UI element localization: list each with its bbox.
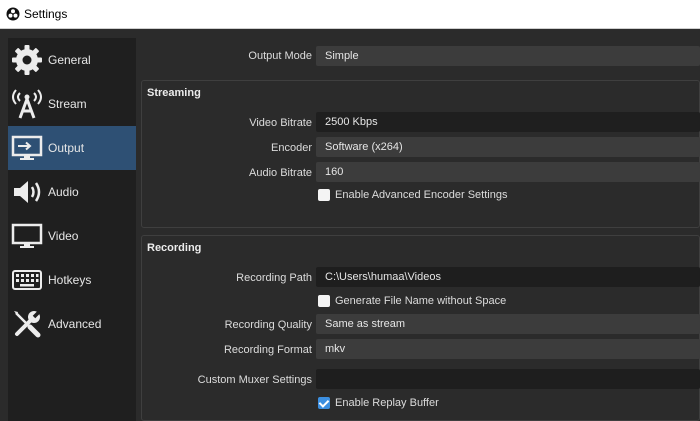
speaker-icon — [14, 181, 41, 203]
window-title: Settings — [24, 7, 68, 21]
advanced-encoder-label: Enable Advanced Encoder Settings — [335, 189, 508, 201]
checkbox-box[interactable] — [318, 295, 330, 307]
recording-path-input[interactable]: C:\Users\humaa\Videos — [316, 267, 700, 287]
video-bitrate-spinbox[interactable]: 2500 Kbps — [316, 112, 700, 132]
sidebar-item-label: Video — [48, 229, 79, 243]
custom-muxer-label: Custom Muxer Settings — [197, 374, 312, 386]
obs-logo-icon — [6, 7, 20, 21]
monitor-output-icon — [11, 135, 43, 160]
sidebar-item-output[interactable]: Output — [8, 126, 136, 170]
no-space-filename-label: Generate File Name without Space — [335, 295, 507, 307]
replay-buffer-checkbox[interactable]: Enable Replay Buffer — [318, 397, 439, 409]
audio-bitrate-label: Audio Bitrate — [249, 167, 312, 179]
output-settings-panel: Output Mode Simple Streaming Video Bitra… — [136, 38, 700, 421]
sidebar-item-label: Advanced — [48, 317, 102, 331]
audio-bitrate-select[interactable]: 160 — [316, 162, 700, 182]
recording-path-label: Recording Path — [236, 272, 312, 284]
sidebar-item-general[interactable]: General — [8, 38, 136, 82]
video-bitrate-label: Video Bitrate — [249, 117, 312, 129]
advanced-encoder-checkbox[interactable]: Enable Advanced Encoder Settings — [318, 189, 507, 201]
recording-format-select[interactable]: mkv — [316, 339, 700, 359]
checkbox-box[interactable] — [318, 189, 330, 201]
no-space-filename-checkbox[interactable]: Generate File Name without Space — [318, 295, 506, 307]
sidebar-item-label: Hotkeys — [48, 273, 92, 287]
custom-muxer-input[interactable] — [316, 369, 700, 389]
sidebar-item-stream[interactable]: Stream — [8, 82, 136, 126]
title-bar: Settings — [0, 0, 700, 29]
sidebar-item-audio[interactable]: Audio — [8, 170, 136, 214]
settings-sidebar: General Stream Output Audio Video Hotkey… — [8, 38, 136, 421]
sidebar-item-hotkeys[interactable]: Hotkeys — [8, 258, 136, 302]
checkbox-box-checked[interactable] — [318, 397, 330, 409]
recording-group-title: Recording — [147, 242, 202, 254]
sidebar-item-advanced[interactable]: Advanced — [8, 302, 136, 346]
sidebar-item-label: Stream — [48, 97, 87, 111]
streaming-group-title: Streaming — [147, 87, 201, 99]
output-mode-select[interactable]: Simple — [316, 46, 700, 66]
recording-quality-select[interactable]: Same as stream — [316, 314, 700, 334]
monitor-icon — [11, 223, 43, 248]
encoder-label: Encoder — [271, 142, 312, 154]
encoder-select[interactable]: Software (x264) — [316, 137, 700, 157]
sidebar-item-label: Output — [48, 141, 85, 155]
wrench-screwdriver-icon — [14, 309, 42, 338]
sidebar-item-label: Audio — [48, 185, 79, 199]
keyboard-icon — [12, 270, 42, 290]
recording-format-label: Recording Format — [223, 344, 312, 356]
antenna-icon — [12, 89, 42, 119]
gear-icon — [12, 45, 42, 75]
sidebar-item-video[interactable]: Video — [8, 214, 136, 258]
sidebar-item-label: General — [48, 53, 91, 67]
recording-quality-label: Recording Quality — [224, 319, 312, 331]
output-mode-label: Output Mode — [248, 50, 312, 62]
replay-buffer-label: Enable Replay Buffer — [335, 397, 439, 409]
